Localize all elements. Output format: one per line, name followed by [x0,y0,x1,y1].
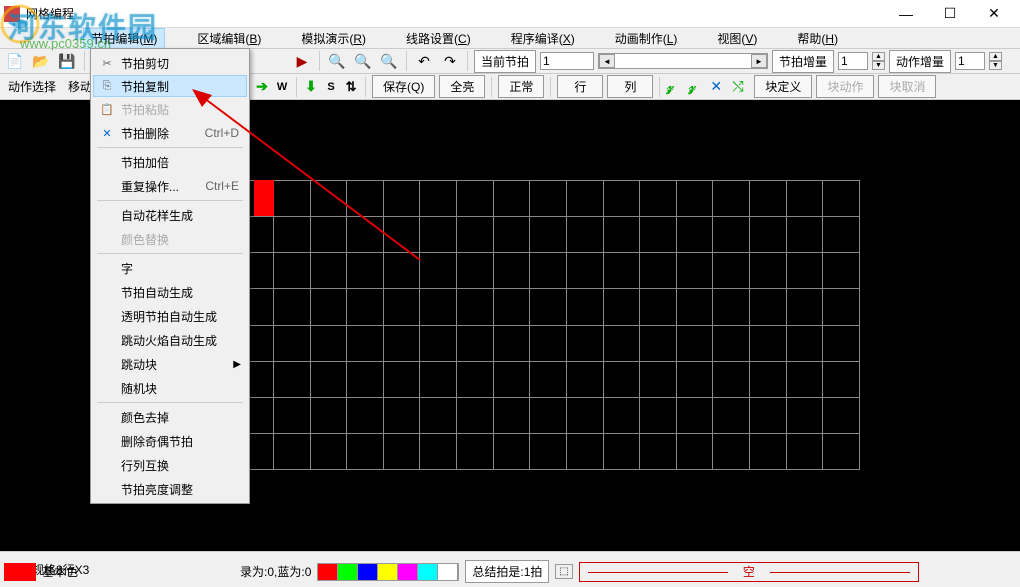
block-def-button[interactable]: 块定义 [754,75,812,98]
menu-help[interactable]: 帮助(H) [789,28,846,49]
arrow-down-icon[interactable]: ⬇ [303,78,319,96]
menu-view[interactable]: 视图(V) [709,28,765,49]
menu-fire-auto[interactable]: 跳动火焰自动生成 [93,328,247,352]
undo-icon[interactable]: ↶ [413,50,435,72]
menu-paste: 📋节拍粘贴 [93,97,247,121]
action-incr-label: 动作增量 [889,50,951,73]
menu-word[interactable]: 字 [93,256,247,280]
close-button[interactable]: ✕ [972,1,1016,27]
stamp1-icon[interactable]: 𝓏 [666,78,684,96]
menu-color-remove[interactable]: 颜色去掉 [93,405,247,429]
window-title: 网格编程 [26,5,884,22]
titlebar: 网格编程 — ☐ ✕ [0,0,1020,28]
row-button[interactable]: 行 [557,75,603,98]
menu-auto-beat[interactable]: 节拍自动生成 [93,280,247,304]
scroll-icon[interactable]: ⬚ [555,564,572,579]
color-swatch-red[interactable] [4,563,36,581]
menu-jump-block[interactable]: 跳动块▶ [93,352,247,376]
menu-animate[interactable]: 动画制作(L) [607,28,686,49]
block-cancel-button: 块取消 [878,75,936,98]
current-beat-input[interactable] [540,52,594,70]
s-button[interactable]: S [323,78,339,96]
x1-icon[interactable]: ✕ [710,78,728,96]
menu-delete-odd[interactable]: 删除奇偶节拍 [93,429,247,453]
maximize-button[interactable]: ☐ [928,1,972,27]
menu-beat-edit[interactable]: 节拍编辑(M) [83,28,165,49]
swap-icon[interactable]: ⇅ [343,78,359,96]
minimize-button[interactable]: — [884,1,928,27]
beat-incr-input[interactable] [838,52,868,70]
menu-compile[interactable]: 程序编译(X) [503,28,583,49]
save-icon[interactable]: 💾 [56,50,78,72]
menu-auto-pattern[interactable]: 自动花样生成 [93,203,247,227]
full-bright-button[interactable]: 全亮 [439,75,485,98]
menu-random-block[interactable]: 随机块 [93,376,247,400]
basic-label: 基本色 [42,563,78,580]
action-incr-input[interactable] [955,52,985,70]
menubar: 文件(F) 节拍编辑(M) 区域编辑(B) 模拟演示(R) 线路设置(C) 程序… [0,28,1020,48]
menu-color-replace: 颜色替换 [93,227,247,251]
paste-icon: 📋 [97,101,117,117]
copy-icon: ⎘ [97,78,117,94]
w-button[interactable]: W [274,78,290,96]
beat-slider[interactable]: ◄► [598,53,768,69]
zoom-out-icon[interactable]: 🔍 [352,50,374,72]
total-beats-label: 总结拍是:1拍 [465,560,549,583]
menu-repeat[interactable]: 重复操作...Ctrl+E [93,174,247,198]
menu-line-setting[interactable]: 线路设置(C) [398,28,479,49]
color-info-label: 录为:0,蓝为:0 [240,563,311,580]
menu-beat-bright[interactable]: 节拍亮度调整 [93,477,247,501]
menu-copy[interactable]: ⎘节拍复制 [93,75,247,97]
menu-cut[interactable]: ✂节拍剪切 [93,51,247,75]
zoom-fit-icon[interactable]: 🔍 [378,50,400,72]
beat-edit-dropdown: ✂节拍剪切 ⎘节拍复制 📋节拍粘贴 ✕节拍删除Ctrl+D 节拍加倍 重复操作.… [90,48,250,504]
menu-double[interactable]: 节拍加倍 [93,150,247,174]
menu-area-edit[interactable]: 区域编辑(B) [189,28,269,49]
menu-simulate[interactable]: 模拟演示(R) [293,28,374,49]
empty-status: 空 [579,562,919,582]
app-icon [4,6,20,22]
action-select-label: 动作选择 [4,76,60,97]
current-beat-label: 当前节拍 [474,50,536,73]
red-cell[interactable] [254,180,274,216]
redo-icon[interactable]: ↷ [439,50,461,72]
x2-icon[interactable]: ⤭ [732,78,750,96]
color-palette[interactable] [317,563,459,581]
new-icon[interactable]: 📄 [4,50,26,72]
submenu-arrow-icon: ▶ [233,359,243,370]
open-icon[interactable]: 📂 [30,50,52,72]
delete-icon: ✕ [97,125,117,141]
zoom-in-icon[interactable]: 🔍 [326,50,348,72]
block-action-button: 块动作 [816,75,874,98]
menu-transparent-auto[interactable]: 透明节拍自动生成 [93,304,247,328]
menu-row-col-swap[interactable]: 行列互换 [93,453,247,477]
tool-icon[interactable]: ▶ [291,50,313,72]
beat-incr-label: 节拍增量 [772,50,834,73]
menu-delete[interactable]: ✕节拍删除Ctrl+D [93,121,247,145]
normal-button[interactable]: 正常 [498,75,544,98]
stamp2-icon[interactable]: 𝓏 [688,78,706,96]
cut-icon: ✂ [97,55,117,71]
arrow-right-icon[interactable]: ➔ [254,78,270,96]
save-button[interactable]: 保存(Q) [372,75,435,98]
col-button[interactable]: 列 [607,75,653,98]
